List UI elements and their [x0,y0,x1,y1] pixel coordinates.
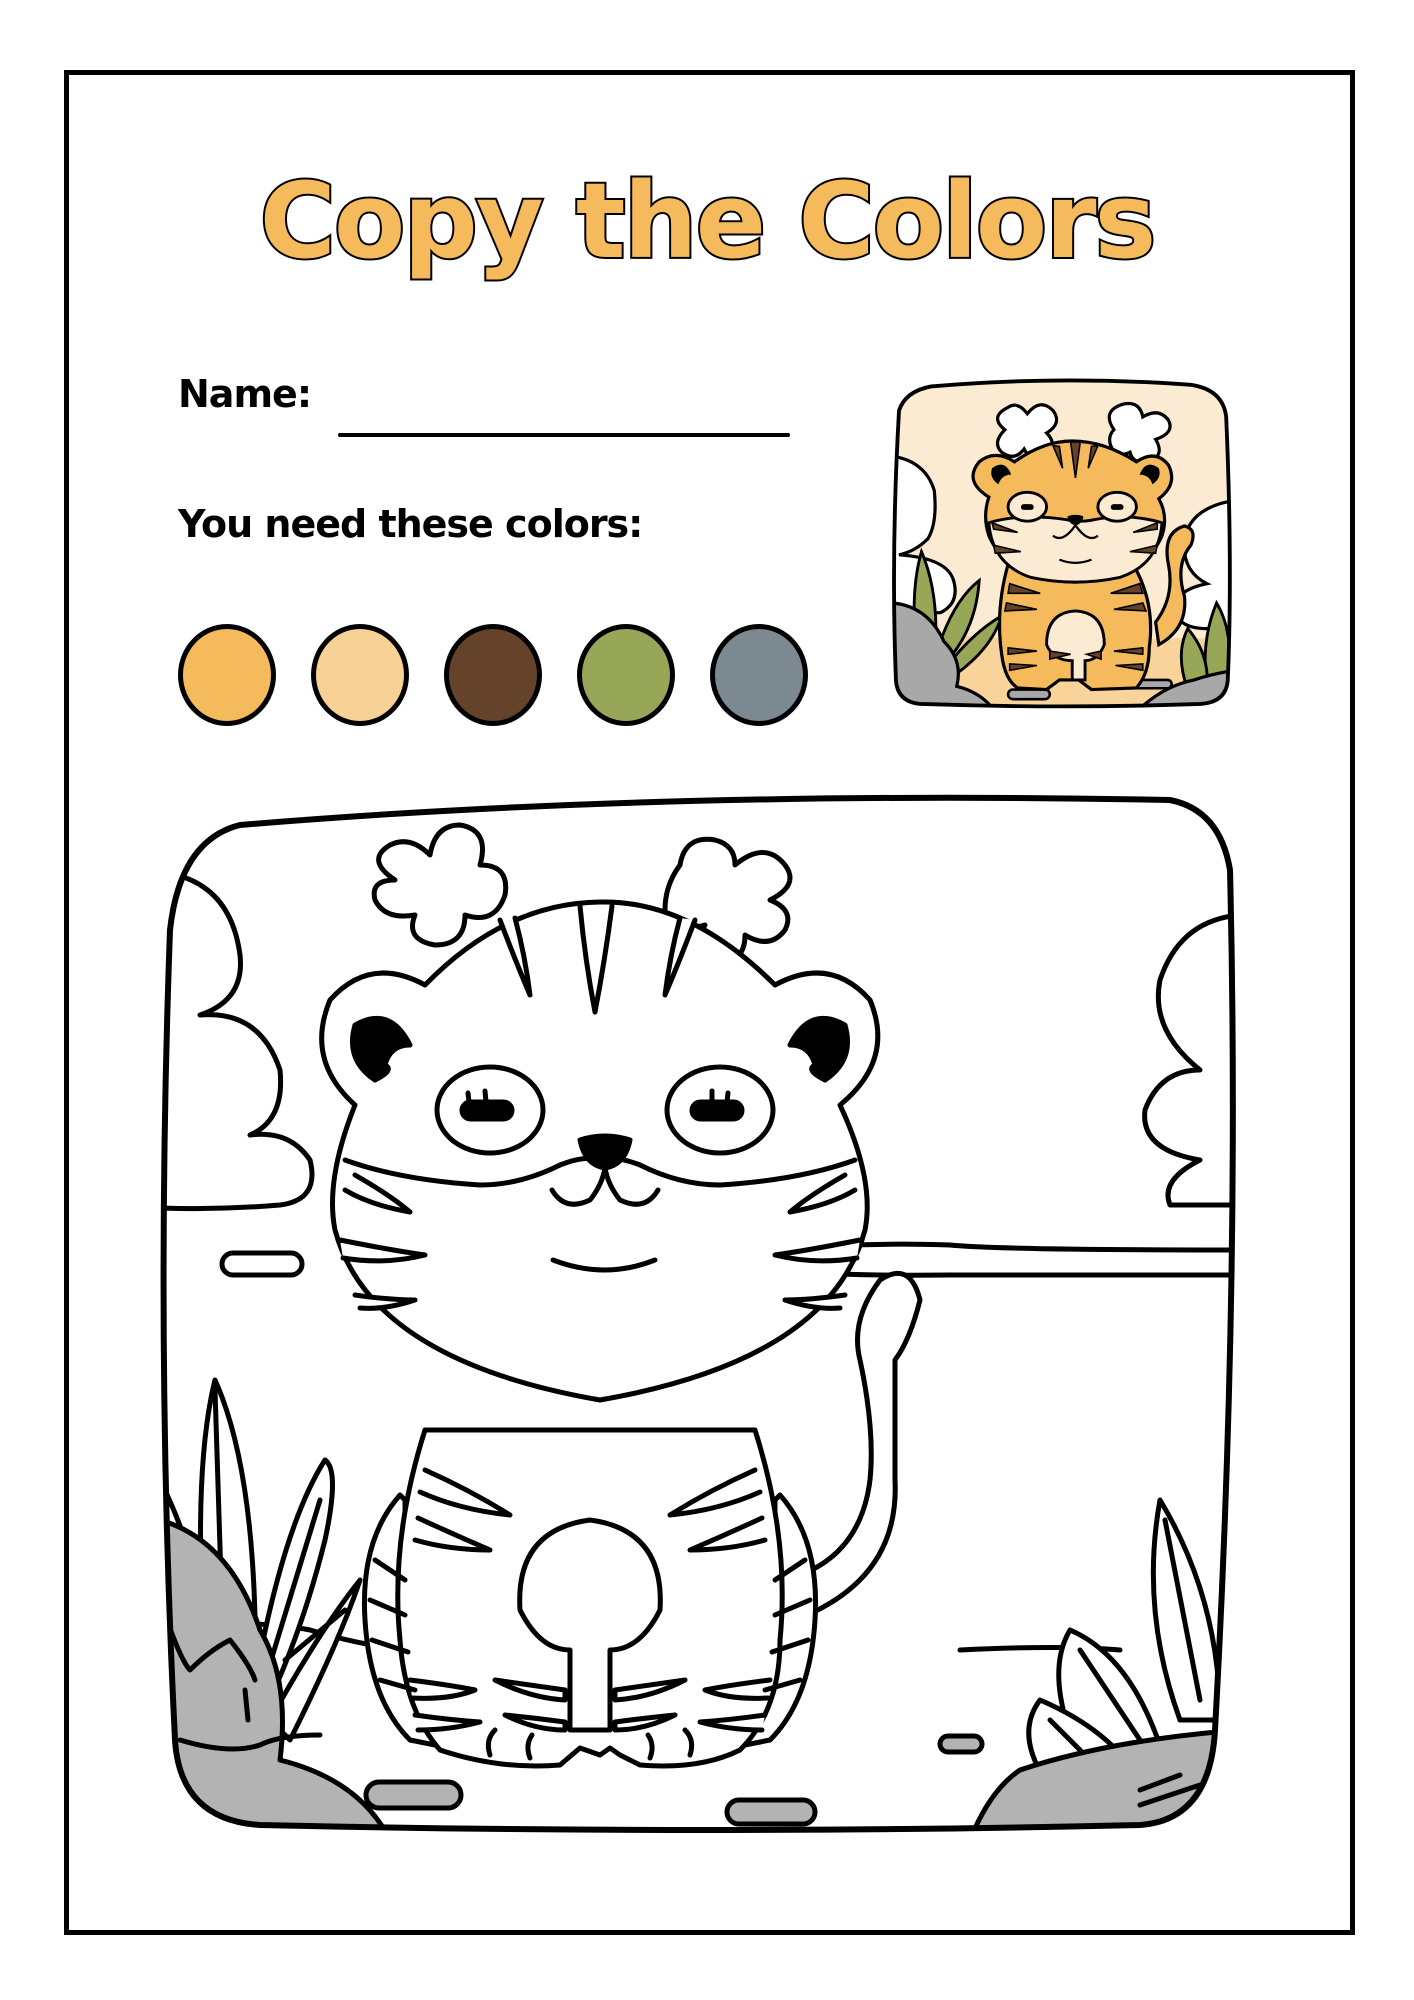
color-swatch-slate-gray [710,624,808,726]
pebble [724,1797,818,1827]
cloud-left [163,869,315,1212]
color-swatch-brown [444,624,542,726]
eyelash [724,1090,731,1105]
rock-detail [242,1687,251,1723]
tiger-eye-left [459,1099,515,1122]
cloud-right [1142,912,1233,1208]
color-swatch-orange [178,624,276,726]
name-label: Name: [178,372,312,416]
coloring-tiger-illustration[interactable] [160,780,1250,1840]
reference-image [882,372,1240,712]
eyelash [465,1090,472,1105]
name-input-line[interactable] [338,433,790,437]
color-palette [178,624,808,726]
color-swatch-light-peach [311,624,409,726]
reference-tiger-eye [1110,504,1124,510]
color-swatch-olive-green [577,624,675,726]
tiger-eye-right [689,1099,745,1122]
pebble [363,1779,464,1811]
worksheet-title: Copy the Colors [258,158,1159,284]
eyelash [482,1088,489,1105]
flower-cloud-left [371,822,509,948]
reference-tiger-illustration [892,378,1232,709]
reference-pebble [1006,688,1052,701]
horizon-dash [219,1250,305,1278]
colors-needed-label: You need these colors: [178,502,643,546]
coloring-area[interactable] [160,780,1250,1840]
leaf [1150,1497,1223,1723]
pebble [937,1733,985,1755]
reference-tiger-eye [1020,504,1034,510]
